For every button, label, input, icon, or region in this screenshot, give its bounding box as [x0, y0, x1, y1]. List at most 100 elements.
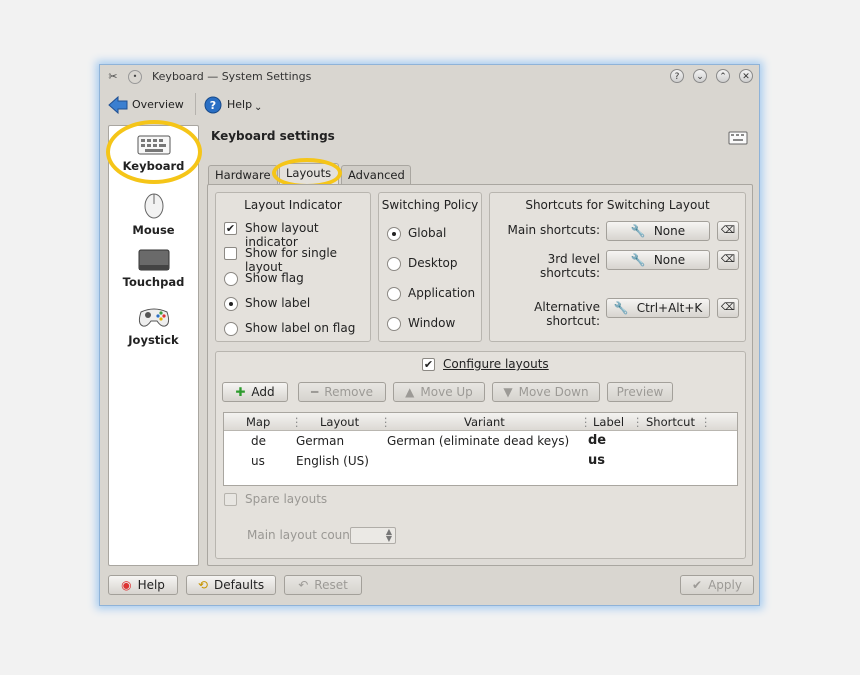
option-label: Show layout indicator	[245, 221, 319, 249]
close-button[interactable]: ✕	[739, 69, 753, 83]
move-down-button[interactable]: ▼ Move Down	[492, 382, 600, 402]
minimize-button[interactable]: ⌄	[693, 69, 707, 83]
arrow-up-icon: ▲	[405, 385, 415, 399]
move-up-button[interactable]: ▲ Move Up	[393, 382, 485, 402]
lifebuoy-icon: ◉	[121, 578, 132, 592]
spare-layouts-checkbox[interactable]	[224, 493, 237, 506]
main-layout-count-spinbox[interactable]: ▲ ▼	[350, 527, 396, 544]
show-label-on-flag-radio[interactable]	[224, 322, 238, 336]
global-radio[interactable]	[387, 227, 401, 241]
sidebar-item-label: Mouse	[132, 223, 175, 237]
clear-alternative-shortcut-button[interactable]: ⌫	[717, 298, 739, 318]
help-label: Help	[227, 98, 253, 111]
tools-icon[interactable]: ✂	[106, 70, 120, 84]
apply-button[interactable]: ✔ Apply	[680, 575, 754, 595]
sidebar-item-joystick[interactable]: Joystick	[109, 304, 198, 347]
shortcuts-group: Shortcuts for Switching Layout Main shor…	[489, 192, 746, 342]
help-icon: ?	[204, 96, 222, 114]
reset-button[interactable]: ↶ Reset	[284, 575, 362, 595]
column-resize-handle[interactable]: ⋮	[632, 415, 644, 429]
back-arrow-icon	[108, 96, 128, 114]
title-bar: ✂ • Keyboard — System Settings ? ⌄ ⌃ ✕	[100, 65, 759, 89]
group-title: Switching Policy	[381, 198, 479, 212]
remove-layout-button[interactable]: ━ Remove	[298, 382, 386, 402]
column-header-variant[interactable]: Variant	[464, 415, 505, 429]
column-header-layout[interactable]: Layout	[320, 415, 359, 429]
table-row[interactable]: de German German (eliminate dead keys) d…	[224, 431, 737, 451]
defaults-icon: ⟲	[197, 578, 208, 592]
configure-layouts-checkbox[interactable]: ✔	[422, 358, 435, 371]
show-label-radio[interactable]	[224, 297, 238, 311]
cell-map: de	[251, 434, 266, 448]
pin-icon[interactable]: •	[128, 70, 142, 84]
add-layout-button[interactable]: ✚ Add	[222, 382, 288, 402]
desktop-radio[interactable]	[387, 257, 401, 271]
option-label: Show label	[245, 296, 311, 310]
column-header-shortcut[interactable]: Shortcut	[646, 415, 695, 429]
reset-button-label: Reset	[314, 578, 348, 592]
option-label: Application	[408, 286, 476, 300]
page-title: Keyboard settings	[211, 129, 335, 143]
cell-label: us	[588, 453, 605, 468]
tab-advanced[interactable]: Advanced	[341, 165, 411, 185]
table-row[interactable]: us English (US) us	[224, 451, 737, 471]
show-flag-radio[interactable]	[224, 272, 238, 286]
shortcut-value: Ctrl+Alt+K	[636, 301, 703, 315]
table-header: Map Layout Variant Label Shortcut ⋮ ⋮ ⋮ …	[224, 413, 737, 431]
main-shortcut-button[interactable]: 🔧 None	[606, 221, 710, 241]
tab-label: Advanced	[348, 168, 405, 182]
shortcut-value: None	[653, 253, 686, 267]
cell-map: us	[251, 454, 265, 468]
column-resize-handle[interactable]: ⋮	[291, 415, 303, 429]
layouts-table: Map Layout Variant Label Shortcut ⋮ ⋮ ⋮ …	[223, 412, 738, 486]
svg-text:?: ?	[210, 99, 216, 112]
help-question-button[interactable]: ?	[670, 69, 684, 83]
option-label: Show label on flag	[245, 321, 356, 335]
sidebar-item-mouse[interactable]: Mouse	[109, 192, 198, 237]
tab-hardware[interactable]: Hardware	[208, 165, 278, 185]
help-menu-button[interactable]: ? Help ⌄	[204, 94, 268, 116]
column-resize-handle[interactable]: ⋮	[580, 415, 592, 429]
shortcut-value: None	[653, 224, 686, 238]
joystick-icon	[138, 308, 169, 327]
preview-button[interactable]: Preview	[607, 382, 673, 402]
alternative-shortcut-button[interactable]: 🔧 Ctrl+Alt+K	[606, 298, 710, 318]
clear-main-shortcut-button[interactable]: ⌫	[717, 221, 739, 241]
switching-policy-group: Switching Policy Global Desktop Applicat…	[378, 192, 482, 342]
cell-label: de	[588, 433, 607, 448]
group-title: Layout Indicator	[244, 198, 342, 212]
chevron-down-icon: ⌄	[254, 102, 263, 113]
maximize-button[interactable]: ⌃	[716, 69, 730, 83]
overview-button[interactable]: Overview	[108, 94, 188, 116]
clear-third-level-shortcut-button[interactable]: ⌫	[717, 250, 739, 270]
window-title: Keyboard — System Settings	[152, 70, 312, 83]
system-settings-window: ✂ • Keyboard — System Settings ? ⌄ ⌃ ✕ O…	[99, 64, 760, 606]
option-label: Show flag	[245, 271, 304, 285]
application-radio[interactable]	[387, 287, 401, 301]
defaults-button[interactable]: ⟲ Defaults	[186, 575, 276, 595]
move-down-label: Move Down	[518, 385, 589, 399]
help-button[interactable]: ◉ Help	[108, 575, 178, 595]
column-header-map[interactable]: Map	[246, 415, 270, 429]
sidebar-item-touchpad[interactable]: Touchpad	[109, 248, 198, 289]
minus-icon: ━	[311, 385, 319, 399]
arrow-down-icon: ▼	[503, 385, 513, 399]
option-label: Window	[408, 316, 456, 330]
show-for-single-layout-checkbox[interactable]	[224, 247, 237, 260]
cell-layout: German	[296, 434, 345, 448]
sidebar: Keyboard Mouse Touchpad Joystick	[108, 125, 199, 566]
sidebar-item-label: Joystick	[128, 333, 179, 347]
window-radio[interactable]	[387, 317, 401, 331]
add-label: Add	[251, 385, 275, 399]
third-level-shortcut-button[interactable]: 🔧 None	[606, 250, 710, 270]
column-resize-handle[interactable]: ⋮	[700, 415, 712, 429]
overview-label: Overview	[132, 98, 184, 111]
column-header-label[interactable]: Label	[593, 415, 624, 429]
checkmark-icon: ✔	[692, 578, 703, 592]
column-resize-handle[interactable]: ⋮	[380, 415, 392, 429]
third-level-shortcuts-label: 3rd level shortcuts:	[539, 252, 600, 280]
sidebar-item-label: Touchpad	[122, 275, 185, 289]
cell-layout: English (US)	[296, 454, 369, 468]
show-layout-indicator-checkbox[interactable]: ✔	[224, 222, 237, 235]
spare-layouts-label: Spare layouts	[245, 492, 328, 506]
